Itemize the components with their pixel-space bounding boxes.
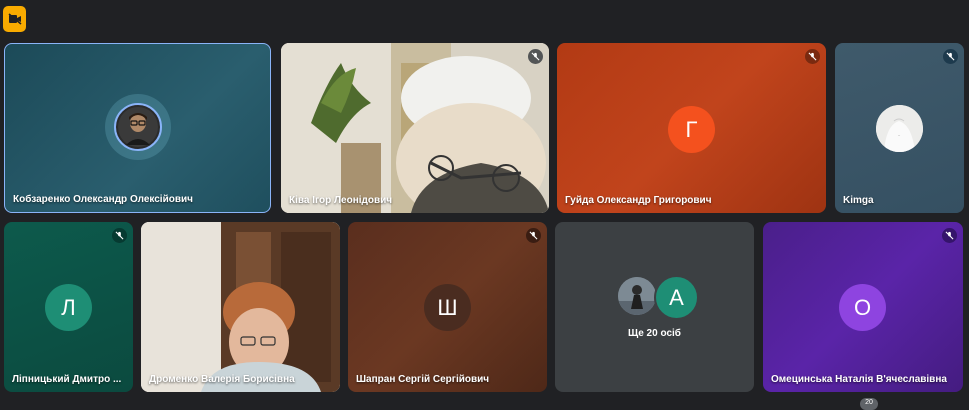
mic-off-icon [115, 231, 124, 240]
mic-off-icon [531, 52, 540, 61]
more-participants-tile[interactable]: А Ще 20 осіб [555, 222, 754, 392]
mic-off-icon [945, 231, 954, 240]
avatar-initial: О [853, 294, 872, 320]
participant-tile-2[interactable]: Ківа Ігор Леонідович [281, 43, 549, 213]
avatar: О [839, 284, 886, 331]
participant-tile-9[interactable]: О Омецинська Наталія В'ячеславівна [763, 222, 963, 392]
mic-off-icon [529, 231, 538, 240]
avatar-initial: Ш [437, 294, 458, 320]
mic-off-indicator [942, 228, 957, 243]
participant-tile-7[interactable]: Ш Шапран Сергій Сергійович [348, 222, 547, 392]
participant-name: Дроменко Валерія Борисівна [149, 374, 295, 385]
mic-off-icon [808, 52, 817, 61]
camera-off-button[interactable] [3, 6, 26, 32]
avatar: Г [668, 106, 715, 153]
video-feed [141, 222, 340, 392]
participant-tile-4[interactable]: ~ Kimga [835, 43, 964, 213]
participant-tile-5[interactable]: Л Ліпницький Дмитро ... [4, 222, 133, 392]
person-photo-icon [118, 107, 158, 147]
participant-tile-6[interactable]: Дроменко Валерія Борисівна [141, 222, 340, 392]
avatar-initial: Л [61, 294, 76, 320]
participant-count-badge[interactable]: 20 [860, 398, 878, 410]
avatar [114, 103, 162, 151]
participant-count: 20 [865, 399, 873, 406]
video-feed [281, 43, 549, 213]
participant-name: Кобзаренко Олександр Олексійович [13, 194, 193, 205]
mic-off-icon [946, 52, 955, 61]
avatar-initial: Г [685, 116, 698, 142]
avatar-initial: А [669, 284, 684, 310]
person-photo-icon [618, 277, 656, 315]
avatar: А [654, 275, 699, 320]
participant-name: Гуйда Олександр Григорович [565, 195, 712, 206]
participant-tile-3[interactable]: Г Гуйда Олександр Григорович [557, 43, 826, 213]
avatar: Ш [424, 284, 471, 331]
participant-name: Ліпницький Дмитро ... [12, 374, 122, 385]
camera-off-icon [7, 13, 22, 25]
participant-name: Омецинська Наталія В'ячеславівна [771, 374, 947, 385]
mic-off-indicator [943, 49, 958, 64]
participant-name: Ківа Ігор Леонідович [289, 195, 393, 206]
person-photo-icon: ~ [876, 105, 923, 152]
more-participants-label: Ще 20 осіб [628, 328, 681, 339]
participant-tile-1[interactable]: Кобзаренко Олександр Олексійович [4, 43, 271, 213]
mic-off-indicator [526, 228, 541, 243]
mic-off-indicator [528, 49, 543, 64]
avatar: ~ [876, 105, 923, 152]
participant-name: Шапран Сергій Сергійович [356, 374, 490, 385]
mic-off-indicator [112, 228, 127, 243]
avatar: Л [45, 284, 92, 331]
mic-off-indicator [805, 49, 820, 64]
avatar-small-photo [618, 277, 656, 315]
participant-name: Kimga [843, 195, 874, 206]
